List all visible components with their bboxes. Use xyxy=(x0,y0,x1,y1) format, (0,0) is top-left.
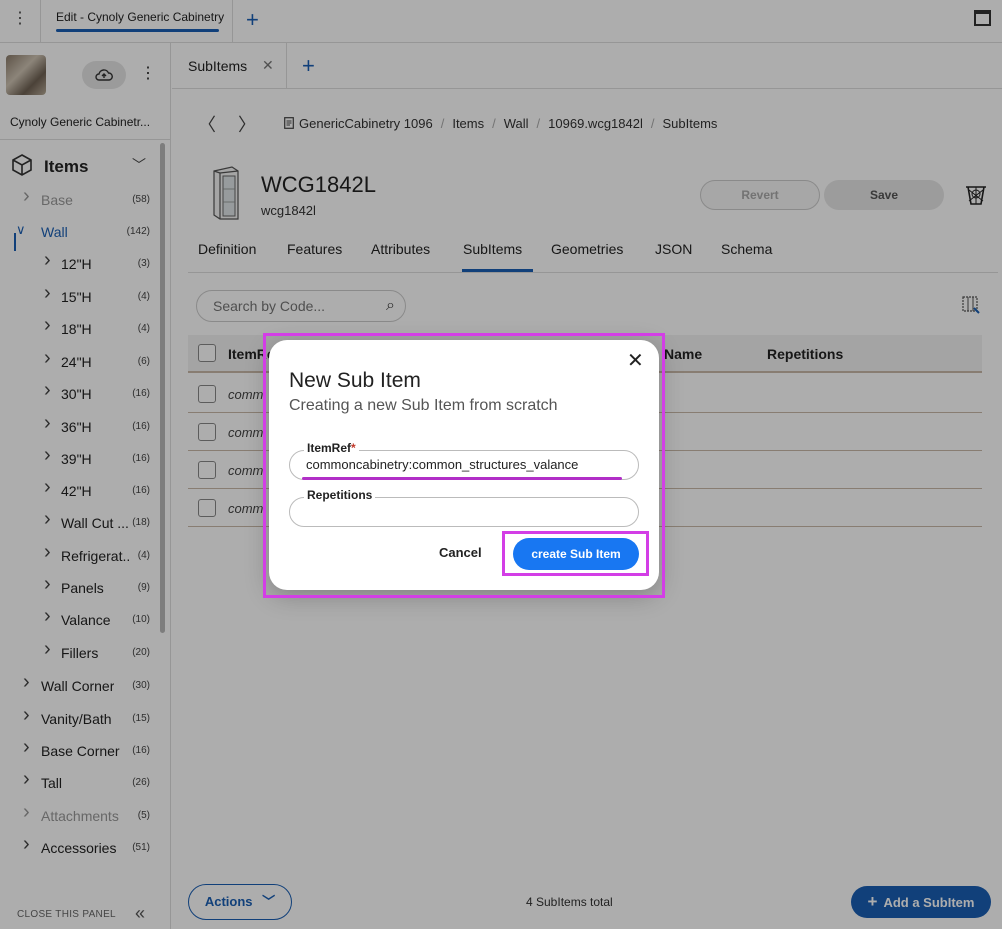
create-button-highlight-box xyxy=(502,531,649,576)
